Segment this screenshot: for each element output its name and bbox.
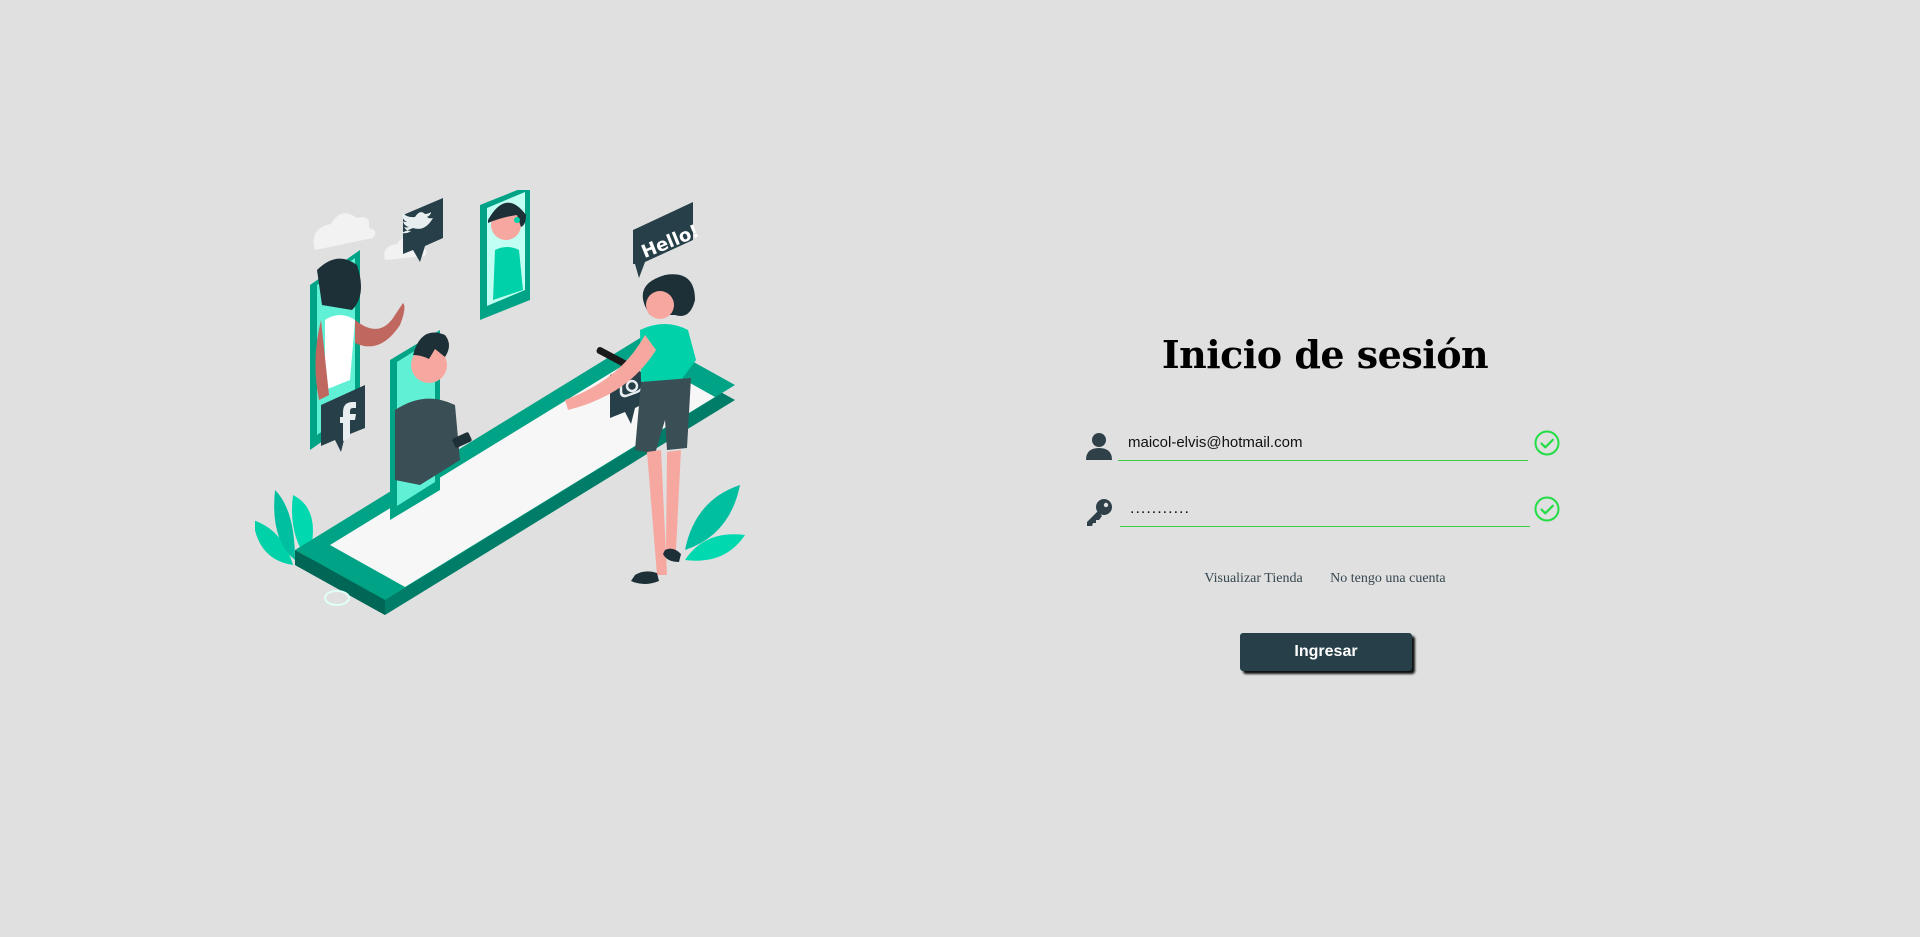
card-woman-top [480,190,530,320]
hello-bubble: Hello! [633,202,702,278]
user-icon [1085,431,1113,461]
check-circle-icon [1534,496,1560,522]
password-field-group [1085,491,1565,533]
check-circle-icon [1534,430,1560,456]
view-store-link[interactable]: Visualizar Tienda [1204,571,1302,586]
social-media-illustration: Hello! [255,190,745,615]
login-button[interactable]: Ingresar [1240,633,1412,671]
hero-illustration: Hello! [255,190,895,720]
key-icon [1085,497,1113,527]
no-account-link[interactable]: No tengo una cuenta [1330,571,1445,586]
email-input[interactable] [1118,425,1528,461]
plant-right [685,485,745,561]
password-input[interactable] [1120,491,1530,527]
auth-links: Visualizar Tienda No tengo una cuenta [1085,571,1565,587]
page-title: Inicio de sesión [1161,332,1489,377]
email-field-group [1085,425,1565,467]
